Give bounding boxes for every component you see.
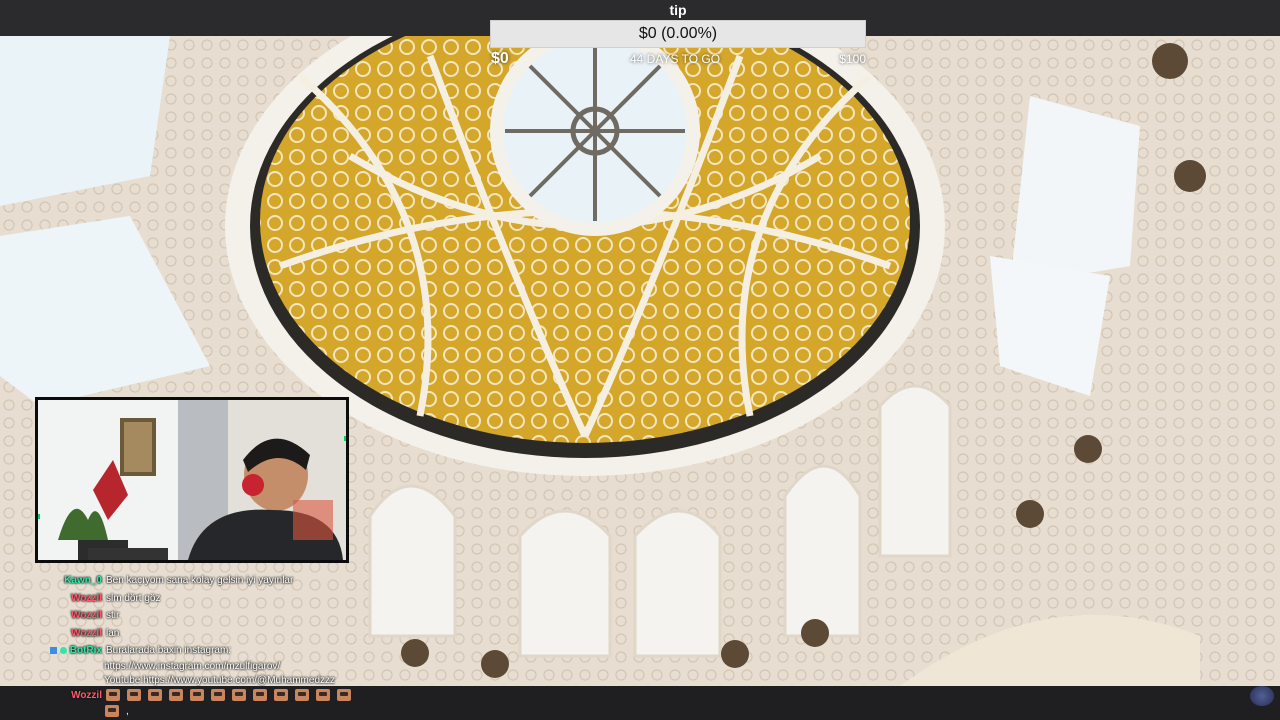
emote-icon [316, 689, 330, 701]
chat-username-text: Wozzil [71, 610, 102, 621]
emote-message-continuation: , [105, 705, 129, 717]
chat-message-text: stir [106, 610, 120, 621]
chat-message-continuation: https://www.instagram.com/mzulfigarov/ [104, 660, 281, 672]
verified-badge-icon [59, 646, 67, 654]
chat-message: Wozzil lan [40, 625, 360, 643]
chat-username-text: Wozzil [71, 592, 102, 604]
chat-message: Wozzil slm dört göz [40, 590, 360, 608]
emote-icon [211, 689, 225, 701]
streamer-logo-icon [1250, 686, 1274, 706]
goal-max-label: $100 [839, 52, 866, 66]
chat-username-text: BotRix [69, 645, 102, 656]
chat-message-text: lan [106, 627, 120, 639]
emote-icon [253, 689, 267, 701]
emote-message: Wozzil [66, 689, 358, 701]
stream-view: tip $0 (0.00%) $0 44 DAYS TO GO $100 Kaw… [0, 0, 1280, 720]
chat-username: Wozzil [40, 625, 106, 643]
emote-icon [274, 689, 288, 701]
chat-message: Kawn_0 Ben kaçıyom sana kolay gelsin iyi … [40, 572, 360, 590]
webcam-corner-marker [38, 514, 40, 519]
chat-username: Wozzil [40, 590, 106, 608]
bot-badge-icon [49, 646, 57, 654]
chat-overlay: Kawn_0 Ben kaçıyom sana kolay gelsin iyi … [40, 572, 360, 689]
goal-title: tip [669, 2, 687, 18]
goal-amount: $0 (0.00%) [638, 25, 718, 42]
chat-username-text: Wozzil [71, 627, 102, 639]
chat-username: BotRix [40, 642, 106, 660]
emote-icon [190, 689, 204, 701]
chat-message-text: Ben kaçıyom sana kolay gelsin iyi yayınl… [106, 575, 294, 586]
chat-message-text: slm dört göz [106, 592, 161, 604]
chat-username-text: Kawn_0 [64, 575, 102, 586]
chat-message-text: Buralarada baxin instagram: [106, 645, 232, 656]
chat-username: Wozzil [71, 689, 102, 701]
webcam-overlay [35, 397, 349, 563]
chat-message: BotRix Buralarada baxin instagram: [40, 642, 360, 660]
emote-icon [127, 689, 141, 701]
emote-suffix: , [126, 705, 129, 717]
webcam-corner-marker [344, 436, 346, 441]
goal-days-remaining: 44 DAYS TO GO [630, 52, 721, 66]
goal-progress-bar: $0 (0.00%) [490, 20, 866, 48]
chat-username: Wozzil [40, 607, 106, 625]
emote-icon [105, 705, 119, 717]
emote-icon [106, 689, 120, 701]
emote-icon [148, 689, 162, 701]
emote-icon [232, 689, 246, 701]
emote-icon [295, 689, 309, 701]
goal-min-label: $0 [491, 50, 509, 67]
chat-message: Wozzil stir [40, 607, 360, 625]
chat-username: Kawn_0 [40, 572, 106, 590]
emote-icon [169, 689, 183, 701]
emote-icon [337, 689, 351, 701]
webcam-feed [38, 400, 346, 560]
